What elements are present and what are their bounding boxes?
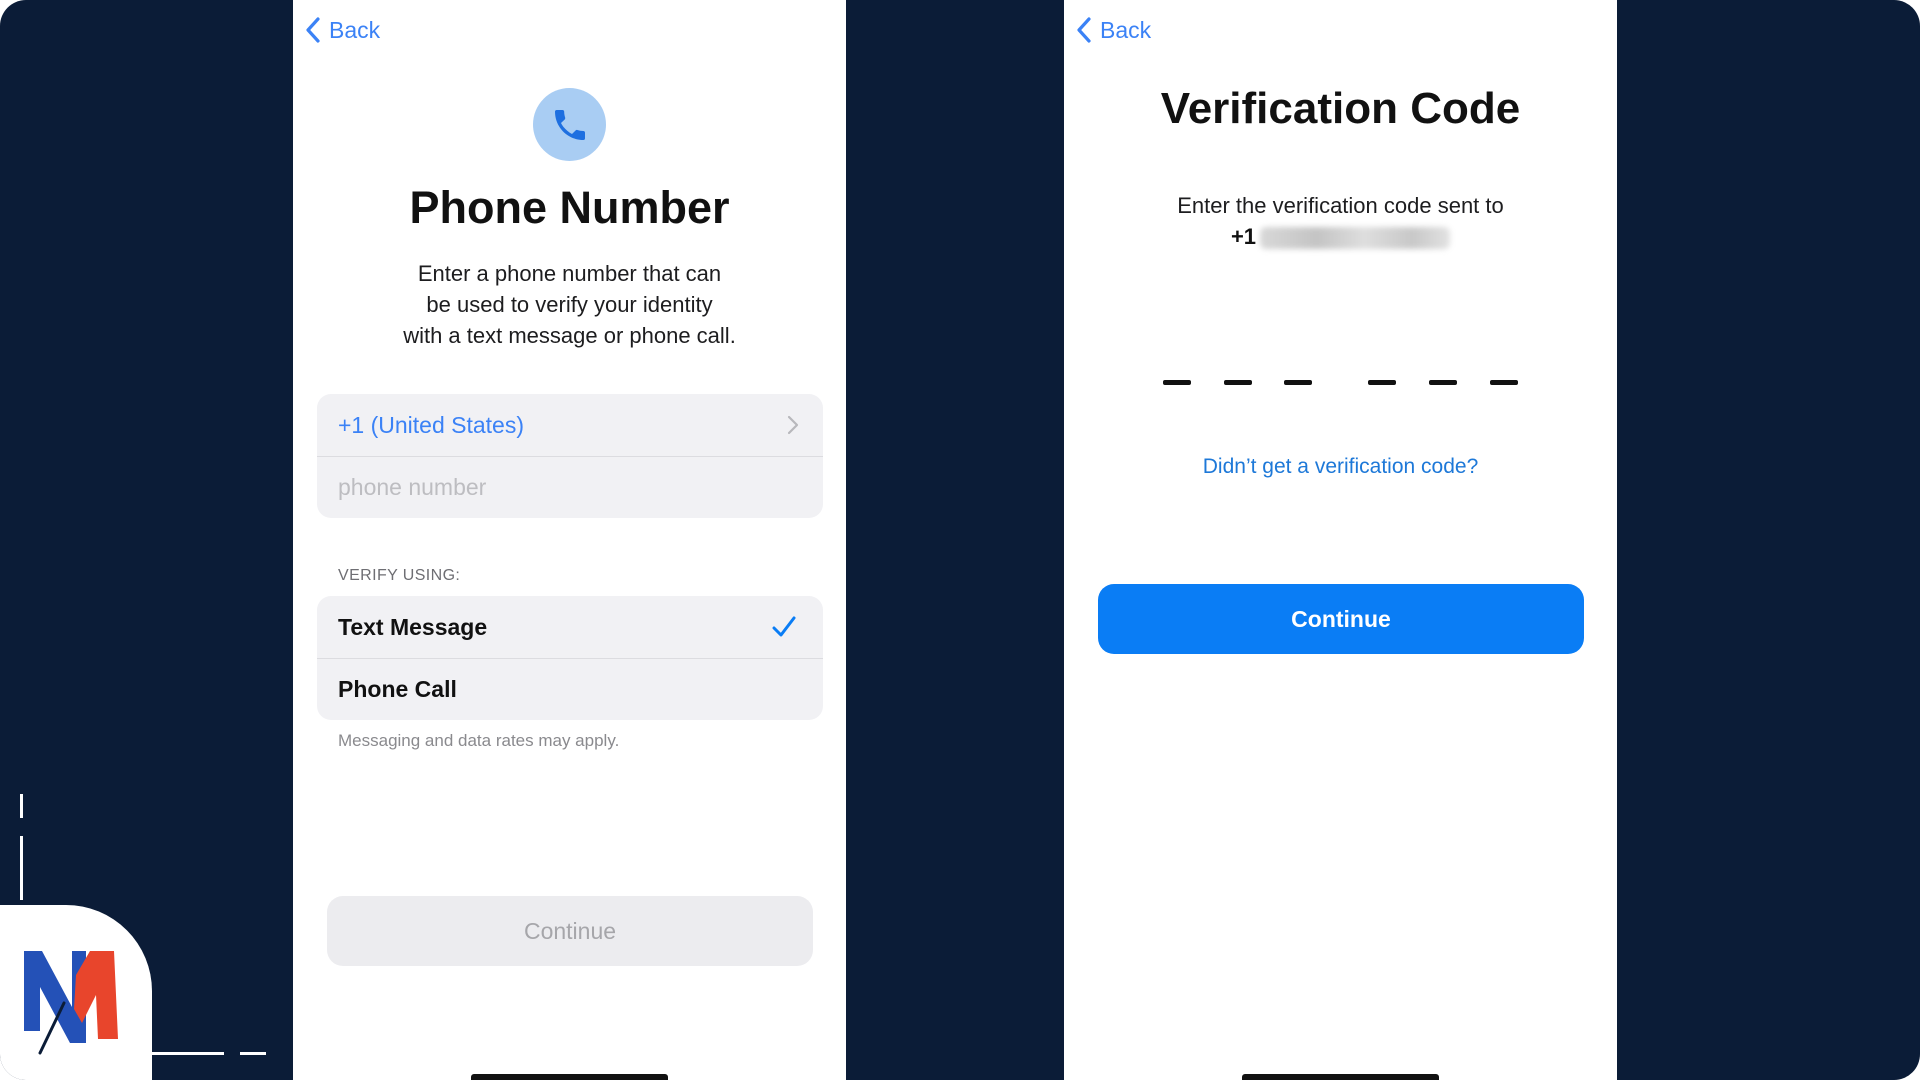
phone-number-row: [317, 456, 823, 518]
screenshot-frame: Back Phone Number Enter a phone number t…: [0, 0, 1920, 1080]
code-slot: [1429, 380, 1457, 385]
back-button[interactable]: Back: [305, 14, 380, 46]
back-button[interactable]: Back: [1076, 14, 1151, 46]
code-input[interactable]: [1064, 380, 1617, 386]
verification-code-screen: Back Verification Code Enter the verific…: [1064, 0, 1617, 1080]
option-label: Phone Call: [338, 676, 457, 702]
description-line: Enter a phone number that can: [417, 261, 722, 286]
chevron-left-icon: [1077, 17, 1091, 43]
nm-logo-icon: [24, 951, 118, 1055]
home-indicator: [1242, 1074, 1439, 1080]
phone-number-input[interactable]: [338, 474, 778, 501]
description-line: Enter the verification code sent to: [1177, 193, 1504, 218]
verify-section-label: VERIFY USING:: [338, 567, 461, 584]
option-text-message[interactable]: Text Message: [317, 596, 823, 658]
back-label: Back: [329, 16, 381, 43]
decorative-line: [150, 1052, 224, 1055]
phone-badge: [533, 88, 606, 161]
description-line: with a text message or phone call.: [403, 323, 736, 348]
phone-entry-group: +1 (United States): [317, 394, 823, 518]
description-line: be used to verify your identity: [426, 292, 713, 317]
continue-button[interactable]: Continue: [1098, 584, 1584, 654]
logo-container: [0, 905, 152, 1080]
redacted-number: [1260, 227, 1451, 250]
description: Enter the verification code sent to +1: [1064, 190, 1617, 252]
decorative-line: [20, 836, 23, 900]
description: Enter a phone number that can be used to…: [293, 258, 846, 351]
option-phone-call[interactable]: Phone Call: [317, 658, 823, 720]
phone-number-screen: Back Phone Number Enter a phone number t…: [293, 0, 846, 1080]
continue-button-disabled[interactable]: Continue: [327, 896, 813, 966]
number-prefix: +1: [1230, 224, 1257, 249]
chevron-right-icon: [787, 415, 799, 435]
page-title: Phone Number: [409, 182, 730, 233]
decorative-line: [20, 794, 23, 818]
code-slot: [1163, 380, 1191, 385]
country-selector[interactable]: +1 (United States): [317, 394, 823, 456]
checkmark-icon: [772, 616, 796, 637]
verify-options-group: Text Message Phone Call: [317, 596, 823, 720]
decorative-line: [240, 1052, 266, 1055]
rates-footnote: Messaging and data rates may apply.: [338, 731, 620, 750]
chevron-left-icon: [306, 17, 320, 43]
home-indicator: [471, 1074, 668, 1080]
phone-icon: [554, 109, 585, 140]
page-title: Verification Code: [1160, 84, 1521, 133]
resend-code-link[interactable]: Didn’t get a verification code?: [1064, 455, 1617, 479]
code-slot: [1368, 380, 1396, 385]
code-slot: [1284, 380, 1312, 385]
back-label: Back: [1100, 16, 1152, 43]
phone-number-line: +1: [1064, 221, 1617, 252]
code-slot: [1224, 380, 1252, 385]
option-label: Text Message: [338, 613, 488, 640]
code-slot: [1490, 380, 1518, 385]
country-label: +1 (United States): [338, 411, 525, 438]
